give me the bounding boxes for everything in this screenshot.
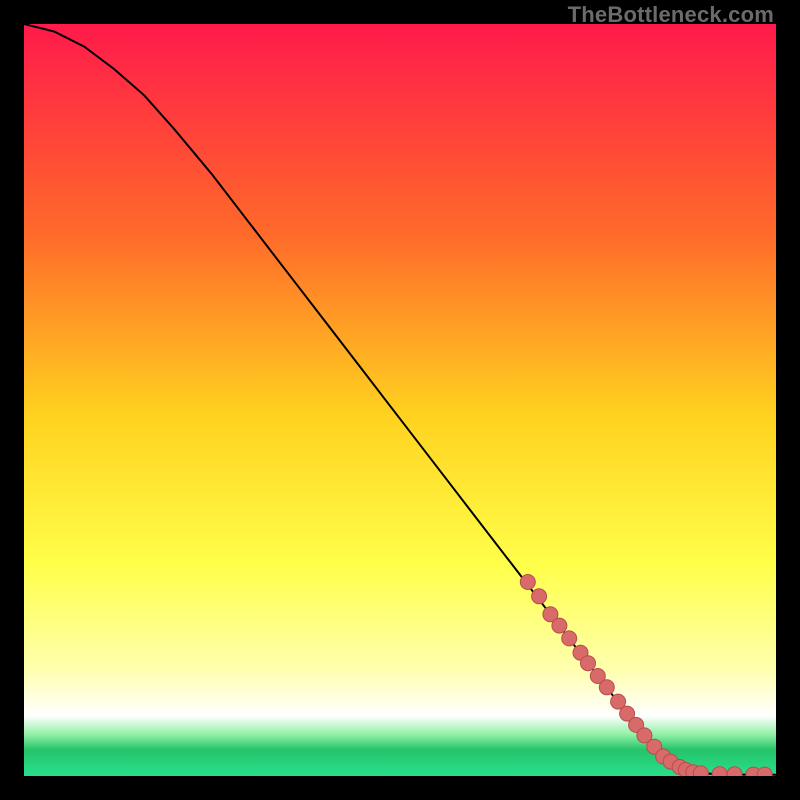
chart-frame [24,24,776,776]
chart-svg [24,24,776,776]
marker-point [532,589,547,604]
marker-point [552,618,567,633]
marker-point [562,631,577,646]
marker-point [520,575,535,590]
marker-point [581,656,596,671]
watermark-text: TheBottleneck.com [568,2,774,28]
marker-point [599,680,614,695]
gradient-background [24,24,776,776]
marker-point [693,766,708,776]
